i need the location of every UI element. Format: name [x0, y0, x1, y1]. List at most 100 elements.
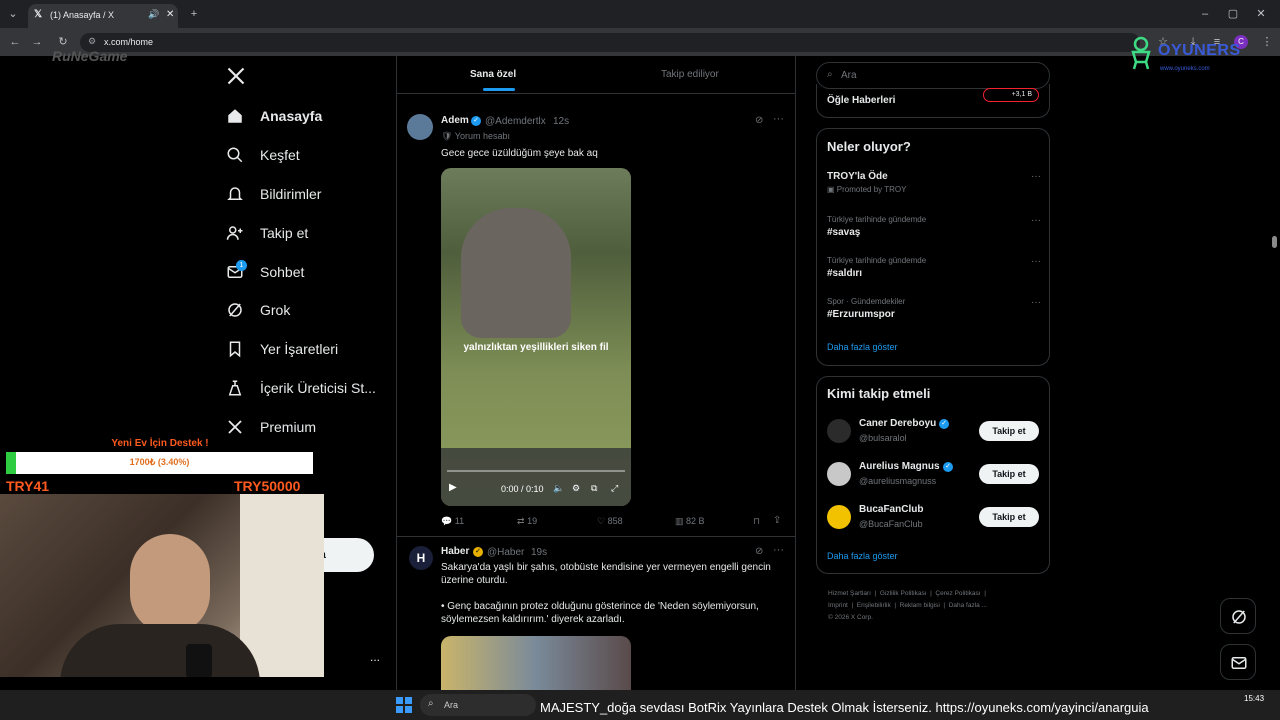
- taskbar-search[interactable]: ⌕ Ara: [420, 694, 536, 716]
- grok-icon[interactable]: ⊘: [755, 546, 763, 557]
- tab-for-you[interactable]: Sana özel: [470, 69, 516, 80]
- new-tab-button[interactable]: +: [185, 5, 203, 23]
- site-info-icon[interactable]: ⚙: [88, 36, 96, 47]
- footer-link[interactable]: Gizlilik Politikası: [880, 590, 927, 597]
- like-button[interactable]: ♡ 858: [597, 516, 623, 527]
- fullscreen-icon[interactable]: ⤢: [611, 483, 618, 494]
- forward-icon[interactable]: →: [28, 33, 46, 51]
- nav-item-chat[interactable]: Sohbet: [226, 254, 386, 290]
- more-icon[interactable]: ···: [773, 544, 784, 556]
- tweet-subtitle: 🛡 Yorum hesabı: [441, 131, 510, 142]
- more-icon[interactable]: ···: [773, 113, 784, 125]
- verified-icon: ✓: [939, 419, 949, 429]
- tweet-author-name[interactable]: Haber: [441, 546, 469, 557]
- suggested-user-name[interactable]: Caner Dereboyu: [859, 418, 936, 429]
- views-button[interactable]: ▥ 82 B: [675, 516, 705, 527]
- maximize-icon[interactable]: ▢: [1224, 5, 1242, 23]
- trend-item[interactable]: Türkiye tarihinde gündemde #savaş ···: [827, 215, 1041, 238]
- volume-icon[interactable]: 🔈: [553, 483, 564, 494]
- nav-item-home[interactable]: Anasayfa: [226, 98, 386, 134]
- trend-item[interactable]: Spor · Gündemdekiler #Erzurumspor ···: [827, 297, 1041, 320]
- bookmark-icon[interactable]: ⊓: [753, 516, 760, 527]
- url-field[interactable]: ⚙ x.com/home: [80, 33, 1140, 52]
- follow-button[interactable]: Takip et: [979, 464, 1039, 484]
- tab-list-icon[interactable]: ⌄: [4, 5, 22, 23]
- show-more-link[interactable]: Daha fazla göster: [827, 551, 898, 561]
- nav-item-notifications[interactable]: Bildirimler: [226, 176, 386, 212]
- donation-progress-text: 1700₺ (3.40%): [129, 457, 190, 467]
- grok-icon[interactable]: ⊘: [755, 115, 763, 126]
- news-badge: +3,1 B: [983, 88, 1039, 102]
- verified-icon: ✓: [943, 462, 953, 472]
- share-icon[interactable]: ⇪: [773, 515, 781, 526]
- tweet-image[interactable]: [441, 636, 631, 696]
- minimize-icon[interactable]: –: [1196, 5, 1214, 23]
- brand-right-logo: OYUNERS: [1158, 42, 1241, 59]
- close-tab-icon[interactable]: ✕: [166, 9, 174, 20]
- follow-button[interactable]: Takip et: [979, 421, 1039, 441]
- taskbar-clock: 15:43: [1244, 694, 1265, 703]
- reply-button[interactable]: 💬 11: [441, 516, 464, 527]
- messages-float-button[interactable]: [1220, 644, 1256, 680]
- more-icon[interactable]: ···: [1031, 297, 1041, 308]
- nav-item-explore[interactable]: Keşfet: [226, 137, 386, 173]
- avatar[interactable]: [827, 505, 851, 529]
- nav-item-grok[interactable]: Grok: [226, 292, 386, 328]
- footer-link[interactable]: Reklam bilgisi: [900, 602, 940, 609]
- microphone-icon: [186, 644, 212, 677]
- back-icon[interactable]: ←: [6, 33, 24, 51]
- speaker-icon[interactable]: 🔊: [148, 9, 159, 20]
- donation-max: TRY50000: [234, 478, 301, 494]
- browser-tab[interactable]: 𝕏 (1) Anasayfa / X 🔊 ✕: [28, 4, 178, 28]
- shield-icon: 🛡: [441, 131, 453, 141]
- pip-icon[interactable]: ⧉: [591, 483, 597, 494]
- x-favicon-icon: 𝕏: [34, 9, 43, 20]
- tweet-author-name[interactable]: Adem: [441, 115, 469, 126]
- more-icon[interactable]: ···: [1031, 215, 1041, 226]
- tab-following[interactable]: Takip ediliyor: [661, 69, 719, 80]
- suggested-user-name[interactable]: Aurelius Magnus: [859, 461, 940, 472]
- trend-item[interactable]: Türkiye tarihinde gündemde #saldırı ···: [827, 256, 1041, 279]
- nav-item-bookmarks[interactable]: Yer İşaretleri: [226, 331, 386, 367]
- nav-item-follow[interactable]: Takip et: [226, 215, 386, 251]
- tweet-author-handle[interactable]: @Ademdertlx: [485, 116, 546, 127]
- footer-link[interactable]: Imprint: [828, 602, 848, 609]
- news-card[interactable]: Öğle Haberleri +3,1 B: [816, 84, 1050, 118]
- trend-category: Spor · Gündemdekiler: [827, 297, 906, 306]
- video-progress[interactable]: [447, 470, 625, 472]
- follow-button[interactable]: Takip et: [979, 507, 1039, 527]
- more-icon[interactable]: ···: [1031, 171, 1041, 182]
- more-icon[interactable]: ···: [1031, 256, 1041, 267]
- play-icon[interactable]: ▶: [449, 482, 457, 493]
- settings-icon[interactable]: ⚙: [572, 483, 580, 494]
- search-icon: [227, 147, 243, 163]
- taskbar-search-placeholder: Ara: [444, 700, 459, 710]
- footer-link[interactable]: Erişilebilirlik: [857, 602, 891, 609]
- tweet-time[interactable]: 19s: [531, 547, 547, 558]
- windows-start-icon[interactable]: [396, 697, 412, 713]
- show-more-link[interactable]: Daha fazla göster: [827, 342, 898, 352]
- account-more-icon[interactable]: ...: [370, 650, 380, 664]
- trend-item[interactable]: TROY'la Öde ▣ Promoted by TROY ···: [827, 171, 1041, 194]
- nav-label: Yer İşaretleri: [260, 341, 339, 357]
- repost-button[interactable]: ⇄ 19: [517, 516, 537, 527]
- browser-menu-icon[interactable]: ⋮: [1258, 33, 1276, 51]
- page-scrollbar-thumb[interactable]: [1272, 236, 1277, 248]
- avatar[interactable]: [827, 419, 851, 443]
- close-window-icon[interactable]: ✕: [1252, 5, 1270, 23]
- suggested-user-name[interactable]: BucaFanClub: [859, 504, 923, 515]
- tweet-time[interactable]: 12s: [553, 116, 569, 127]
- grok-icon: [1232, 610, 1246, 624]
- avatar[interactable]: [827, 462, 851, 486]
- tweet-author-handle[interactable]: @Haber: [487, 547, 524, 558]
- x-logo-icon[interactable]: [226, 66, 248, 88]
- tweet-video[interactable]: yalnızlıktan yeşillikleri siken fil ▶ 0:…: [441, 168, 631, 506]
- footer-link[interactable]: Çerez Politikası: [935, 590, 980, 597]
- nav-item-creator-studio[interactable]: İçerik Üreticisi St...: [226, 370, 386, 406]
- avatar[interactable]: [407, 114, 433, 140]
- grok-float-button[interactable]: [1220, 598, 1256, 634]
- footer-link[interactable]: Daha fazla ...: [949, 602, 987, 609]
- avatar[interactable]: H: [409, 546, 433, 570]
- footer-link[interactable]: Hizmet Şartları: [828, 590, 871, 597]
- trends-card: Neler oluyor? TROY'la Öde ▣ Promoted by …: [816, 128, 1050, 366]
